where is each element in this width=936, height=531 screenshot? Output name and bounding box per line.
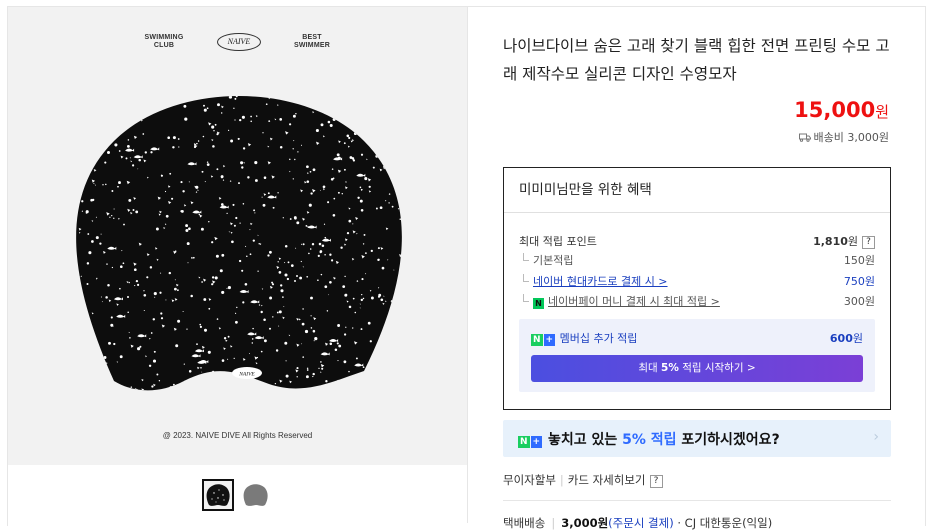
payment-separator: | bbox=[559, 473, 564, 487]
membership-unit: 원 bbox=[852, 332, 863, 345]
shipping-fee: 배송비 3,000원 bbox=[798, 129, 889, 145]
max-points-label: 최대 적립 포인트 bbox=[519, 235, 597, 248]
npay-points-item: N 네이버페이 머니 결제 시 최대 적립 > bbox=[519, 295, 720, 309]
product-page: SWIMMING CLUB NAIVE BEST SWIMMER NAIVE @… bbox=[7, 6, 926, 530]
delivery-label: 택배배송 bbox=[503, 516, 546, 530]
plus-icon: + bbox=[543, 334, 556, 346]
brand-header: SWIMMING CLUB NAIVE BEST SWIMMER bbox=[8, 33, 467, 57]
banner-text: N + 놓치고 있는 5% 적립 포기하시겠어요? bbox=[518, 429, 780, 449]
product-main-image[interactable]: SWIMMING CLUB NAIVE BEST SWIMMER NAIVE @… bbox=[8, 7, 467, 465]
banner-highlight: 5% 적립 bbox=[622, 432, 677, 448]
brand-left-line-2: CLUB bbox=[153, 42, 175, 49]
brand-right-text: BEST SWIMMER bbox=[290, 34, 334, 50]
thumbnail-black[interactable] bbox=[202, 479, 234, 511]
payment-info: 무이자할부 | 카드 자세히보기? bbox=[503, 472, 663, 488]
delivery-courier: · CJ 대한통운(익일) bbox=[677, 516, 773, 530]
naver-n-icon: N bbox=[531, 334, 543, 346]
delivery-fee-note: (주문시 결제) bbox=[608, 516, 674, 530]
npay-points-value: 300원 bbox=[843, 295, 875, 308]
membership-banner[interactable]: N + 놓치고 있는 5% 적립 포기하시겠어요? › bbox=[503, 420, 891, 457]
max-points-value: 1,810 bbox=[813, 235, 848, 248]
benefit-heading: 미미미님만을 위한 혜택 bbox=[504, 168, 890, 213]
copyright-text: @ 2023. NAIVE DIVE All Rights Reserved bbox=[162, 431, 313, 440]
brand-right-line-2: SWIMMER bbox=[293, 42, 330, 49]
thumbnail-gray[interactable] bbox=[240, 481, 272, 513]
npay-icon: N bbox=[533, 298, 544, 309]
max-points-amount: 1,810원? bbox=[813, 233, 875, 249]
benefit-box: 미미미님만을 위한 혜택 최대 적립 포인트 1,810원? 기본적립 150원… bbox=[503, 167, 891, 410]
max-points-help-button[interactable]: ? bbox=[862, 236, 875, 249]
brand-left-text: SWIMMING CLUB bbox=[144, 34, 184, 50]
price-unit: 원 bbox=[875, 103, 889, 121]
membership-box: N + 멤버십 추가 적립 600원 최대 5% 적립 시작하기 > bbox=[519, 319, 875, 392]
banner-n-icon: N bbox=[518, 436, 530, 448]
membership-label: N + 멤버십 추가 적립 bbox=[531, 330, 637, 346]
basic-points-value: 150원 bbox=[843, 254, 875, 267]
thumbnail-black-image bbox=[206, 484, 230, 506]
basic-points-label: 기본적립 bbox=[519, 254, 573, 267]
thumbnail-strip bbox=[8, 479, 467, 515]
banner-text-pre: 놓치고 있는 bbox=[547, 432, 623, 448]
membership-amount: 600원 bbox=[830, 330, 863, 346]
max-points-unit: 원 bbox=[847, 235, 858, 248]
max-points-row: 최대 적립 포인트 1,810원? bbox=[519, 233, 875, 249]
banner-plus-icon: + bbox=[530, 436, 543, 448]
delivery-separator: | bbox=[551, 516, 556, 530]
banner-text-post: 포기하시겠어요? bbox=[676, 432, 780, 448]
swim-cap-illustration: NAIVE bbox=[76, 96, 402, 391]
delivery-info: 택배배송 | 3,000원(주문시 결제) · CJ 대한통운(익일) bbox=[503, 515, 772, 531]
basic-points-row: 기본적립 150원 bbox=[519, 252, 875, 268]
card-detail-link[interactable]: 카드 자세히보기 bbox=[568, 473, 646, 487]
thumbnail-gray-image bbox=[243, 484, 268, 506]
card-detail-help-button[interactable]: ? bbox=[649, 475, 663, 488]
card-points-value: 750원 bbox=[843, 275, 875, 288]
shipping-fee-text: 배송비 3,000원 bbox=[813, 131, 889, 144]
delivery-fee: 3,000원 bbox=[561, 516, 609, 530]
card-points-row: 네이버 현대카드로 결제 시 > 750원 bbox=[519, 273, 875, 289]
product-gallery: SWIMMING CLUB NAIVE BEST SWIMMER NAIVE @… bbox=[8, 7, 468, 523]
price-value: 15,000 bbox=[794, 98, 876, 122]
cta-text-pre: 최대 bbox=[638, 362, 662, 374]
truck-icon bbox=[798, 133, 811, 142]
membership-label-text: 멤버십 추가 적립 bbox=[559, 332, 638, 345]
product-title: 나이브다이브 숨은 고래 찾기 블랙 힙한 전면 프린팅 수모 고래 제작수모 … bbox=[503, 37, 890, 83]
installment-label: 무이자할부 bbox=[503, 473, 556, 487]
card-points-item: 네이버 현대카드로 결제 시 > bbox=[519, 275, 668, 288]
chevron-right-icon: › bbox=[873, 429, 879, 445]
product-price: 15,000원 bbox=[794, 98, 889, 122]
brand-logo: NAIVE bbox=[217, 33, 261, 51]
npay-points-link[interactable]: 네이버페이 머니 결제 시 최대 적립 > bbox=[548, 295, 720, 308]
brand-left-line-1: SWIMMING bbox=[144, 34, 184, 41]
card-points-link[interactable]: 네이버 현대카드로 결제 시 > bbox=[533, 275, 668, 288]
cta-text-bold: 5% bbox=[661, 362, 679, 374]
cap-logo-text: NAIVE bbox=[238, 372, 255, 378]
npay-points-row: N 네이버페이 머니 결제 시 최대 적립 > 300원 bbox=[519, 293, 875, 309]
cta-text-post: 적립 시작하기 > bbox=[678, 362, 756, 374]
start-points-button[interactable]: 최대 5% 적립 시작하기 > bbox=[531, 355, 863, 382]
membership-value: 600 bbox=[829, 332, 853, 345]
brand-right-line-1: BEST bbox=[302, 34, 322, 41]
section-divider bbox=[503, 500, 891, 501]
